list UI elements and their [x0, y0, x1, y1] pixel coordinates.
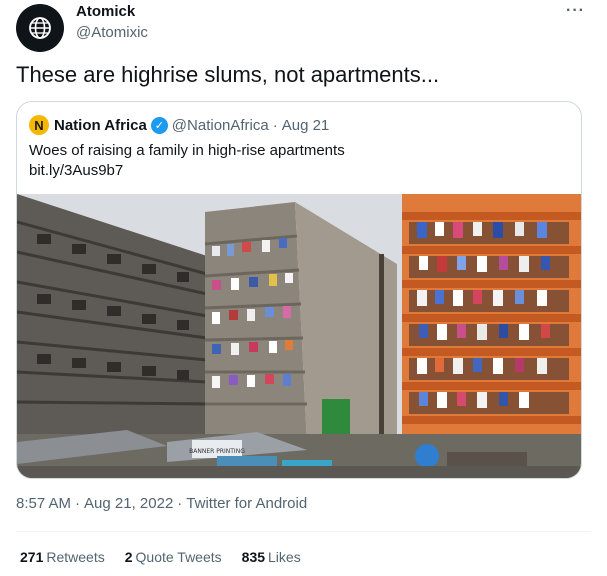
quoted-author-name[interactable]: Nation Africa	[54, 117, 147, 134]
tweet-text: These are highrise slums, not apartments…	[16, 62, 440, 87]
likes-label: Likes	[268, 549, 301, 565]
author-avatar[interactable]	[16, 4, 64, 52]
separator-dot: ·	[177, 495, 183, 512]
retweets-label: Retweets	[46, 549, 105, 565]
quoted-tweet-link[interactable]: bit.ly/3Aus9b7	[29, 161, 123, 181]
tweet-date[interactable]: Aug 21, 2022	[84, 495, 173, 512]
quoted-author-avatar[interactable]: N	[29, 115, 49, 135]
image-sign-text: BANNER PRINTING	[189, 448, 245, 455]
likes-count: 835	[241, 549, 266, 565]
likes-stat[interactable]: 835 Likes	[242, 549, 301, 565]
quoted-tweet-text: Woes of raising a family in high-rise ap…	[29, 142, 345, 159]
verified-badge-icon: ✓	[150, 116, 168, 134]
author-handle[interactable]: @Atomixic	[76, 23, 148, 43]
quoted-tweet-image[interactable]: BANNER PRINTING	[17, 194, 582, 479]
separator-dot: ·	[272, 116, 278, 134]
quote-tweets-label: Quote Tweets	[135, 549, 222, 565]
tweet[interactable]: Atomick @Atomixic ··· These are highrise…	[0, 0, 607, 576]
tweet-client[interactable]: Twitter for Android	[186, 495, 307, 512]
quoted-tweet[interactable]: N Nation Africa ✓ @NationAfrica · Aug 21…	[16, 101, 582, 479]
divider	[16, 531, 591, 532]
author-name[interactable]: Atomick	[76, 3, 148, 21]
globe-icon	[29, 17, 51, 39]
quote-tweets-stat[interactable]: 2 Quote Tweets	[125, 549, 222, 565]
quoted-author-handle[interactable]: @NationAfrica	[172, 117, 269, 134]
quoted-tweet-header: N Nation Africa ✓ @NationAfrica · Aug 21	[29, 115, 329, 135]
retweets-stat[interactable]: 271 Retweets	[20, 549, 105, 565]
more-options-icon[interactable]: ···	[566, 2, 585, 20]
separator-dot: ·	[75, 495, 81, 512]
quoted-tweet-date[interactable]: Aug 21	[282, 117, 330, 134]
tweet-time[interactable]: 8:57 AM	[16, 495, 71, 512]
quote-tweets-count: 2	[124, 549, 133, 565]
tweet-stats: 271 Retweets 2 Quote Tweets 835 Likes	[20, 549, 321, 565]
author-info: Atomick @Atomixic	[76, 3, 148, 43]
retweets-count: 271	[20, 549, 44, 565]
tweet-meta: 8:57 AM · Aug 21, 2022 · Twitter for Android	[16, 495, 307, 512]
